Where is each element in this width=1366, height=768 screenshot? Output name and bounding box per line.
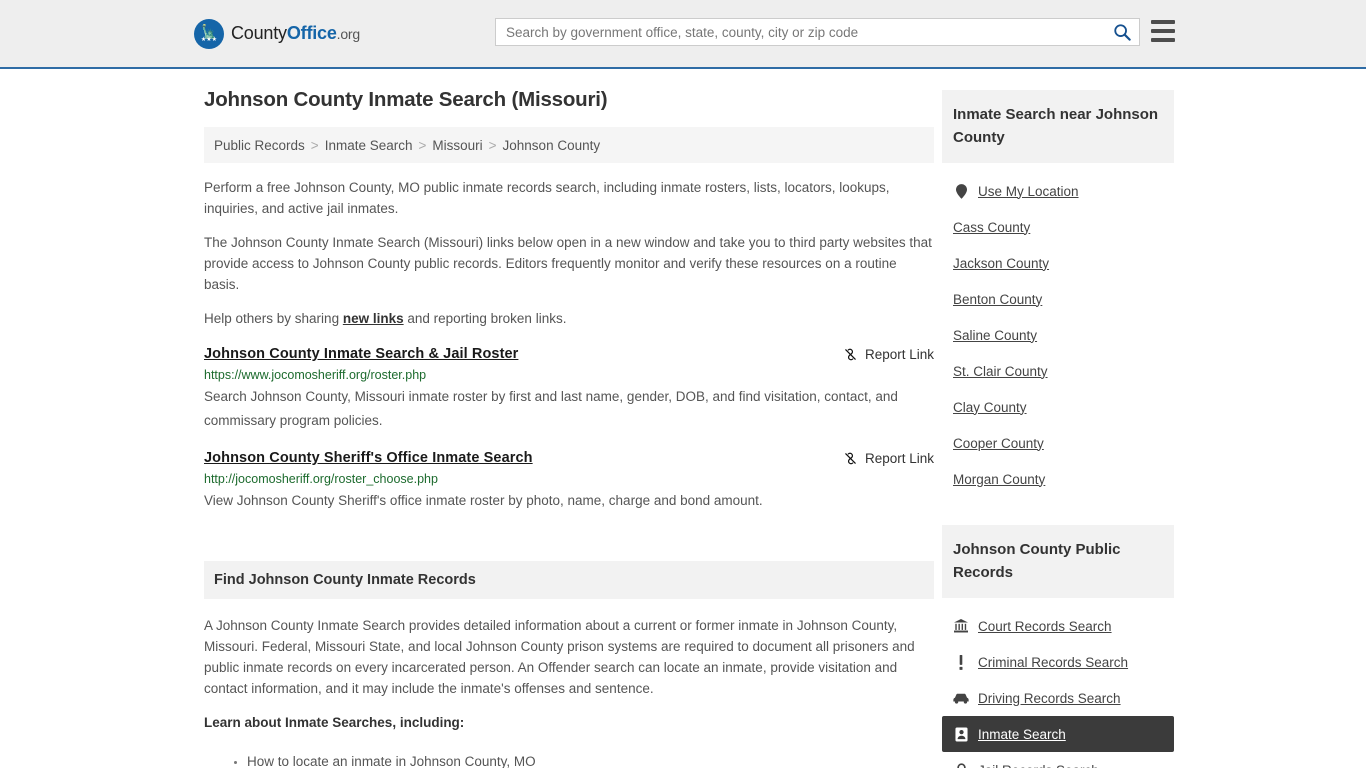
sidebar-item-label[interactable]: Court Records Search bbox=[978, 619, 1112, 634]
sidebar-item-label[interactable]: Cass County bbox=[953, 220, 1030, 235]
section-heading: Find Johnson County Inmate Records bbox=[214, 572, 476, 588]
new-links-link[interactable]: new links bbox=[343, 311, 404, 326]
result-description: Search Johnson County, Missouri inmate r… bbox=[204, 389, 898, 428]
sidebar-item-st-clair-county[interactable]: St. Clair County bbox=[942, 353, 1174, 389]
sidebar-item-benton-county[interactable]: Benton County bbox=[942, 281, 1174, 317]
result-url: https://www.jocomosheriff.org/roster.php bbox=[204, 368, 427, 382]
hamburger-bar bbox=[1151, 20, 1175, 24]
lock-icon bbox=[953, 762, 969, 768]
sidebar-item-saline-county[interactable]: Saline County bbox=[942, 317, 1174, 353]
menu-button[interactable] bbox=[1151, 20, 1175, 42]
result-title-link[interactable]: Johnson County Sheriff's Office Inmate S… bbox=[204, 450, 533, 466]
id-card-icon bbox=[953, 726, 969, 742]
eagle-seal-icon: 🗽 ★★★ bbox=[194, 18, 224, 49]
sidebar-item-label[interactable]: Criminal Records Search bbox=[978, 655, 1128, 670]
search-input[interactable] bbox=[496, 19, 1105, 45]
sidebar-item-label[interactable]: Saline County bbox=[953, 328, 1037, 343]
logo-text: CountyOffice.org bbox=[231, 23, 360, 44]
page-title: Johnson County Inmate Search (Missouri) bbox=[204, 88, 608, 111]
report-link-button[interactable]: Report Link bbox=[843, 451, 934, 466]
report-link-label: Report Link bbox=[864, 451, 934, 466]
list-item: How to locate an inmate in Johnson Count… bbox=[247, 750, 934, 768]
page-body: Johnson County Inmate Search (Missouri) … bbox=[0, 69, 1366, 768]
sidebar-heading-text: Johnson County Public Records bbox=[953, 541, 1121, 581]
sidebar-item-court-records-search[interactable]: Court Records Search bbox=[942, 608, 1174, 644]
result-url: http://jocomosheriff.org/roster_choose.p… bbox=[204, 472, 438, 486]
sidebar-item-label[interactable]: Use My Location bbox=[978, 184, 1079, 199]
share-text-after: and reporting broken links. bbox=[403, 311, 567, 326]
breadcrumb-item-johnson-county[interactable]: Johnson County bbox=[503, 138, 601, 153]
sidebar-item-label[interactable]: Benton County bbox=[953, 292, 1042, 307]
sidebar-block-nearby: Inmate Search near Johnson County Use My… bbox=[942, 90, 1174, 497]
site-header: 🗽 ★★★ CountyOffice.org bbox=[0, 0, 1366, 69]
sidebar-item-cooper-county[interactable]: Cooper County bbox=[942, 425, 1174, 461]
map-pin-icon bbox=[953, 183, 969, 199]
nearby-county-list: Use My Location Cass County Jackson Coun… bbox=[942, 173, 1174, 497]
exclamation-icon bbox=[953, 654, 969, 670]
sidebar-item-label[interactable]: Clay County bbox=[953, 400, 1027, 415]
sidebar-heading-text: Inmate Search near Johnson County bbox=[953, 106, 1159, 146]
result-header: Johnson County Inmate Search & Jail Rost… bbox=[204, 346, 934, 362]
logo-text-office: Office bbox=[286, 23, 337, 43]
breadcrumb-separator: > bbox=[418, 137, 427, 153]
hamburger-bar bbox=[1151, 29, 1175, 33]
logo-text-county: County bbox=[231, 23, 287, 43]
sidebar-item-criminal-records-search[interactable]: Criminal Records Search bbox=[942, 644, 1174, 680]
sidebar-item-label[interactable]: Driving Records Search bbox=[978, 691, 1121, 706]
report-link-label: Report Link bbox=[864, 347, 934, 362]
sidebar-item-label[interactable]: Jail Records Search bbox=[978, 763, 1099, 768]
sidebar-item-jail-records-search[interactable]: Jail Records Search bbox=[942, 752, 1174, 768]
intro-paragraph-1: Perform a free Johnson County, MO public… bbox=[204, 180, 890, 216]
car-icon bbox=[953, 690, 969, 706]
sidebar-item-cass-county[interactable]: Cass County bbox=[942, 209, 1174, 245]
broken-link-icon bbox=[845, 348, 856, 361]
breadcrumb-separator: > bbox=[488, 137, 497, 153]
result-description: View Johnson County Sheriff's office inm… bbox=[204, 493, 763, 508]
sidebar-item-label[interactable]: Morgan County bbox=[953, 472, 1045, 487]
logo-text-org: .org bbox=[336, 26, 361, 42]
result-item: Johnson County Sheriff's Office Inmate S… bbox=[204, 450, 934, 513]
sidebar-item-label[interactable]: St. Clair County bbox=[953, 364, 1048, 379]
result-title-link[interactable]: Johnson County Inmate Search & Jail Rost… bbox=[204, 346, 518, 362]
intro-paragraph-2: The Johnson County Inmate Search (Missou… bbox=[204, 235, 932, 292]
broken-link-icon bbox=[845, 452, 856, 465]
intro-paragraph-3: Help others by sharing new links and rep… bbox=[204, 308, 934, 329]
sidebar-heading-public-records: Johnson County Public Records bbox=[942, 525, 1174, 598]
section-lead-in: Learn about Inmate Searches, including: bbox=[204, 715, 465, 730]
courthouse-icon bbox=[953, 618, 969, 634]
sidebar-item-inmate-search[interactable]: Inmate Search bbox=[942, 716, 1174, 752]
breadcrumb-item-inmate-search[interactable]: Inmate Search bbox=[325, 138, 413, 153]
report-link-button[interactable]: Report Link bbox=[843, 347, 934, 362]
result-item: Johnson County Inmate Search & Jail Rost… bbox=[204, 346, 934, 433]
section-paragraph: A Johnson County Inmate Search provides … bbox=[204, 618, 915, 696]
section-bullet-list: How to locate an inmate in Johnson Count… bbox=[204, 750, 934, 768]
breadcrumb-separator: > bbox=[310, 137, 319, 153]
section-header: Find Johnson County Inmate Records bbox=[204, 561, 934, 599]
sidebar-item-label[interactable]: Cooper County bbox=[953, 436, 1044, 451]
sidebar-item-morgan-county[interactable]: Morgan County bbox=[942, 461, 1174, 497]
section-body: A Johnson County Inmate Search provides … bbox=[204, 599, 934, 768]
public-records-list: Court Records Search Criminal Records Se… bbox=[942, 608, 1174, 768]
main-column: Johnson County Inmate Search (Missouri) … bbox=[204, 69, 934, 768]
sidebar-item-clay-county[interactable]: Clay County bbox=[942, 389, 1174, 425]
share-text-before: Help others by sharing bbox=[204, 311, 343, 326]
breadcrumb: Public Records > Inmate Search > Missour… bbox=[204, 127, 934, 163]
sidebar-item-label[interactable]: Jackson County bbox=[953, 256, 1049, 271]
sidebar-heading-nearby: Inmate Search near Johnson County bbox=[942, 90, 1174, 163]
search-button[interactable] bbox=[1105, 19, 1139, 45]
breadcrumb-item-missouri[interactable]: Missouri bbox=[432, 138, 482, 153]
site-logo[interactable]: 🗽 ★★★ CountyOffice.org bbox=[194, 18, 360, 49]
sidebar: Inmate Search near Johnson County Use My… bbox=[942, 69, 1174, 768]
search-icon bbox=[1114, 24, 1131, 41]
hamburger-bar bbox=[1151, 38, 1175, 42]
sidebar-block-public-records: Johnson County Public Records Court Reco… bbox=[942, 525, 1174, 768]
sidebar-item-driving-records-search[interactable]: Driving Records Search bbox=[942, 680, 1174, 716]
sidebar-item-use-my-location[interactable]: Use My Location bbox=[942, 173, 1174, 209]
search-bar bbox=[495, 18, 1140, 46]
result-header: Johnson County Sheriff's Office Inmate S… bbox=[204, 450, 934, 466]
sidebar-item-label[interactable]: Inmate Search bbox=[978, 727, 1066, 742]
sidebar-item-jackson-county[interactable]: Jackson County bbox=[942, 245, 1174, 281]
breadcrumb-item-public-records[interactable]: Public Records bbox=[214, 138, 305, 153]
